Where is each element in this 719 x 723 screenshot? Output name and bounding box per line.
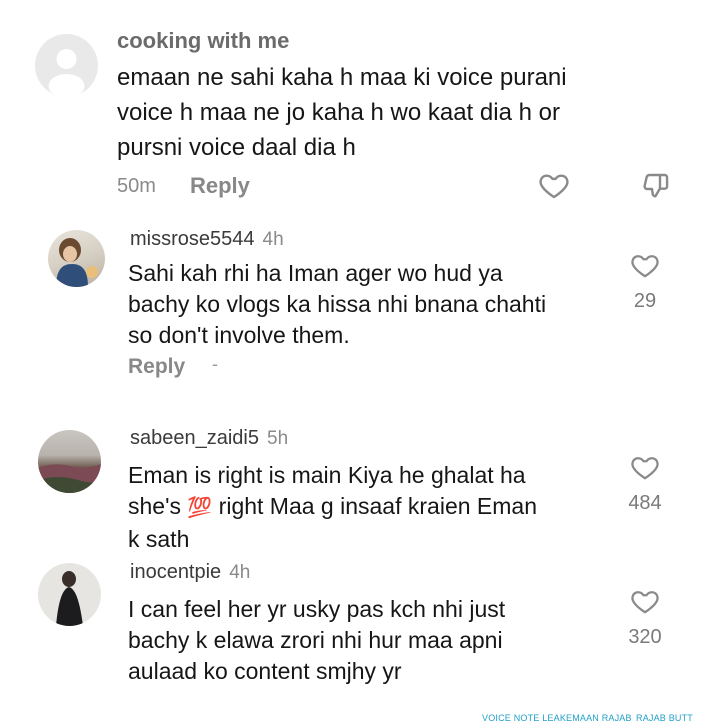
reply-username[interactable]: inocentpie [130,561,221,583]
reply-line-part: right Maa g insaaf kraien Eman [218,493,537,519]
hundred-emoji: 💯 [187,497,213,519]
avatar[interactable] [38,430,101,493]
heart-icon[interactable] [630,452,660,482]
child-photo [56,238,98,287]
avatar[interactable] [48,230,105,287]
reply-line: I can feel her yr usky pas kch nhi just [128,596,506,622]
avatar-silhouette [48,49,85,97]
landscape-photo [38,464,101,493]
reply-line: she's 💯 right Maa g insaaf kraien Eman [128,491,537,524]
heart-icon[interactable] [630,586,660,616]
main-comment-line: pursni voice daal dia h [117,134,356,161]
like-count: 484 [628,492,662,514]
main-comment-reply-button[interactable]: Reply [190,173,250,199]
person-photo [56,571,83,626]
heart-icon[interactable] [538,169,570,201]
avatar[interactable] [38,563,101,626]
reply-line: k sath [128,526,190,552]
thumbs-down-icon[interactable] [640,169,672,201]
reply-line: so don't involve them. [128,322,350,348]
main-comment-time: 50m [117,175,156,197]
reply-text: I can feel her yr usky pas kch nhi just … [128,594,505,687]
default-avatar-icon[interactable] [35,34,98,97]
like-count: 320 [628,626,662,648]
reply-username-row: missrose5544 4h [130,228,284,251]
reply-line: aulaad ko content smjhy yr [128,658,402,684]
reply-username[interactable]: sabeen_zaidi5 [130,427,259,449]
reply-text: Eman is right is main Kiya he ghalat ha … [128,460,537,555]
footer-link[interactable]: RAJAB BUTT [636,713,693,723]
reply-line: bachy k elawa zrori nhi hur maa apni [128,627,503,653]
reply-line-part: she's [128,493,181,519]
main-comment-username[interactable]: cooking with me [117,28,289,54]
footer-link[interactable]: VOICE NOTE LEAK [482,713,566,723]
main-comment-line: voice h maa ne jo kaha h wo kaat dia h o… [117,99,560,126]
main-comment-line: emaan ne sahi kaha h maa ki voice purani [117,64,567,91]
reply-line: Eman is right is main Kiya he ghalat ha [128,462,526,488]
reply-time: 5h [267,428,289,449]
reply-more-dash: - [212,354,218,374]
footer-link[interactable]: EMAAN RAJAB [566,713,632,723]
reply-time: 4h [262,229,284,250]
reply-text: Sahi kah rhi ha Iman ager wo hud ya bach… [128,258,546,351]
reply-line: bachy ko vlogs ka hissa nhi bnana chahti [128,291,547,317]
main-comment-text: emaan ne sahi kaha h maa ki voice purani… [117,60,567,165]
like-count: 29 [633,290,657,312]
reply-time: 4h [229,562,251,583]
reply-username[interactable]: missrose5544 [130,228,255,250]
reply-username-row: sabeen_zaidi5 5h [130,427,288,450]
heart-icon[interactable] [630,250,660,280]
reply-button[interactable]: Reply [128,355,185,379]
reply-line: Sahi kah rhi ha Iman ager wo hud ya [128,260,503,286]
reply-username-row: inocentpie 4h [130,561,250,584]
